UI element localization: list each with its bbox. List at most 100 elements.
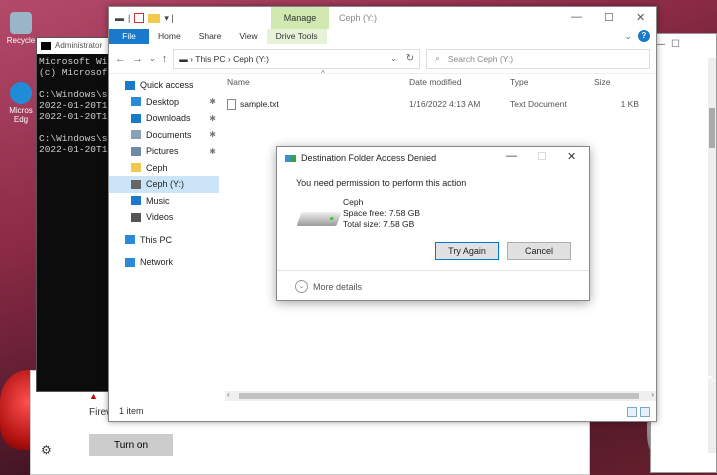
desktop-icon-label: Micros Edg xyxy=(9,106,33,124)
pin-icon[interactable]: ✱ xyxy=(209,97,216,106)
breadcrumb-ceph[interactable]: Ceph (Y:) xyxy=(233,54,269,64)
new-folder-icon[interactable] xyxy=(148,13,161,23)
sidebar-item-network[interactable]: Network xyxy=(109,254,219,271)
minimize-icon[interactable]: — xyxy=(506,150,517,162)
vertical-scrollbar[interactable] xyxy=(708,58,716,453)
maximize-icon[interactable]: ☐ xyxy=(671,39,680,50)
sidebar-item-quick-access[interactable]: Quick access xyxy=(109,77,219,94)
cmd-titlebar[interactable]: Administrator xyxy=(37,38,115,54)
details-view-icon[interactable] xyxy=(627,407,637,417)
explorer-titlebar[interactable]: ▬ | ▾ | Manage Ceph (Y:) — ☐ ✕ xyxy=(109,7,656,29)
navigation-pane: Quick access Desktop ✱ Downloads ✱ Documents ✱… xyxy=(109,77,219,397)
file-row[interactable]: sample.txt 1/16/2022 4:13 AM Text Docume… xyxy=(227,96,656,112)
drive-name: Ceph xyxy=(343,197,364,207)
command-prompt-window[interactable]: Administrator Microsoft Win (c) Microsof… xyxy=(36,37,116,392)
chevron-down-icon[interactable]: ⌄ xyxy=(624,31,632,42)
desktop-icon-edge[interactable]: Micros Edg xyxy=(4,82,38,124)
sidebar-item-label: Pictures xyxy=(146,146,179,157)
tab-file[interactable]: File xyxy=(109,29,149,44)
dialog-titlebar[interactable]: Destination Folder Access Denied — ☐ ✕ xyxy=(277,147,589,169)
sort-ascending-icon: ^ xyxy=(321,69,325,78)
minimize-icon[interactable]: — xyxy=(571,11,582,23)
documents-icon xyxy=(131,130,141,140)
cmd-output: Microsoft Win (c) Microsoft C:\Windows\s… xyxy=(39,56,114,155)
dialog-title: Destination Folder Access Denied xyxy=(301,153,437,163)
tab-share[interactable]: Share xyxy=(190,29,231,44)
search-input[interactable]: ⌕ Search Ceph (Y:) xyxy=(426,48,650,69)
large-icons-view-icon[interactable] xyxy=(640,407,650,417)
close-icon[interactable]: ✕ xyxy=(567,150,576,163)
folder-icon xyxy=(131,163,141,173)
item-count: 1 item xyxy=(119,406,144,416)
access-denied-dialog: Destination Folder Access Denied — ☐ ✕ Y… xyxy=(276,146,590,301)
sidebar-item-desktop[interactable]: Desktop ✱ xyxy=(109,94,219,111)
column-name[interactable]: Name xyxy=(227,77,409,91)
window-title: Ceph (Y:) xyxy=(339,13,378,23)
background-window: — ☐ xyxy=(650,33,717,473)
forward-icon[interactable]: → xyxy=(132,53,143,65)
back-icon[interactable]: ← xyxy=(115,53,126,65)
close-icon[interactable]: ✕ xyxy=(636,11,645,24)
column-date-modified[interactable]: Date modified xyxy=(409,77,510,91)
file-move-icon xyxy=(285,154,296,162)
cmd-icon xyxy=(41,41,51,50)
tab-drive-tools[interactable]: Drive Tools xyxy=(266,29,327,44)
hard-drive-icon xyxy=(296,212,342,226)
column-size[interactable]: Size xyxy=(594,77,634,91)
mouse-cursor-icon: ↖ xyxy=(707,372,717,386)
sidebar-item-label: Music xyxy=(146,195,170,206)
tab-view[interactable]: View xyxy=(230,29,266,44)
music-icon xyxy=(131,196,141,206)
scroll-right-icon[interactable]: › xyxy=(651,390,654,399)
sidebar-item-ceph-y[interactable]: Ceph (Y:) xyxy=(109,176,219,193)
column-type[interactable]: Type xyxy=(510,77,594,91)
up-icon[interactable]: ↑ xyxy=(162,53,168,65)
pin-icon[interactable]: ✱ xyxy=(209,147,216,156)
download-icon xyxy=(131,113,141,123)
more-details-label: More details xyxy=(313,281,363,292)
turn-on-button[interactable]: Turn on xyxy=(89,434,173,456)
help-icon[interactable]: ? xyxy=(638,30,650,42)
properties-icon[interactable] xyxy=(134,13,145,23)
scroll-thumb[interactable] xyxy=(239,393,639,399)
scroll-left-icon[interactable]: ‹ xyxy=(227,390,230,399)
sidebar-item-ceph[interactable]: Ceph xyxy=(109,160,219,177)
sidebar-item-downloads[interactable]: Downloads ✱ xyxy=(109,110,219,127)
sidebar-item-documents[interactable]: Documents ✱ xyxy=(109,127,219,144)
maximize-icon[interactable]: ☐ xyxy=(604,11,614,24)
recent-locations-icon[interactable]: ⌄ xyxy=(149,54,156,63)
customize-toolbar-icon[interactable]: ▾ | xyxy=(164,13,173,24)
cancel-button[interactable]: Cancel xyxy=(507,242,571,260)
sidebar-item-pictures[interactable]: Pictures ✱ xyxy=(109,143,219,160)
desktop-icon-recycle-bin[interactable]: Recycle xyxy=(4,12,38,45)
sidebar-item-label: Quick access xyxy=(140,80,194,91)
try-again-button[interactable]: Try Again xyxy=(435,242,499,260)
breadcrumb-this-pc[interactable]: This PC xyxy=(195,54,225,64)
desktop-icon-label: Recycle xyxy=(6,36,36,45)
dialog-divider xyxy=(277,270,589,271)
sidebar-item-label: Network xyxy=(140,257,174,268)
pin-icon[interactable]: ✱ xyxy=(209,130,216,139)
sidebar-item-label: Documents xyxy=(146,129,192,140)
gear-icon[interactable]: ⚙ xyxy=(41,443,52,457)
tab-home[interactable]: Home xyxy=(149,29,190,44)
sidebar-item-label: This PC xyxy=(140,234,173,245)
pin-icon[interactable]: ✱ xyxy=(209,114,216,123)
chevron-down-icon[interactable]: ⌄ xyxy=(390,53,397,64)
drive-small-icon: ▬ xyxy=(115,13,124,23)
sidebar-item-label: Desktop xyxy=(146,96,180,107)
sidebar-item-music[interactable]: Music xyxy=(109,193,219,210)
tab-manage[interactable]: Manage xyxy=(271,7,329,29)
sidebar-item-videos[interactable]: Videos xyxy=(109,209,219,226)
sidebar-item-label: Ceph (Y:) xyxy=(146,179,185,190)
maximize-icon: ☐ xyxy=(537,151,547,163)
drive-small-icon: ▬ › xyxy=(179,53,196,64)
address-bar[interactable]: ▬ › This PC › Ceph (Y:) ⌄ ↻ xyxy=(173,48,421,69)
horizontal-scrollbar[interactable]: ‹ › xyxy=(225,390,656,401)
drive-space-free: Space free: 7.58 GB xyxy=(343,208,421,218)
more-details-toggle[interactable]: ⌄ More details xyxy=(295,280,362,293)
file-name: sample.txt xyxy=(240,99,279,109)
edge-icon xyxy=(10,82,32,104)
sidebar-item-this-pc[interactable]: This PC xyxy=(109,232,219,249)
refresh-icon[interactable]: ↻ xyxy=(406,53,414,64)
